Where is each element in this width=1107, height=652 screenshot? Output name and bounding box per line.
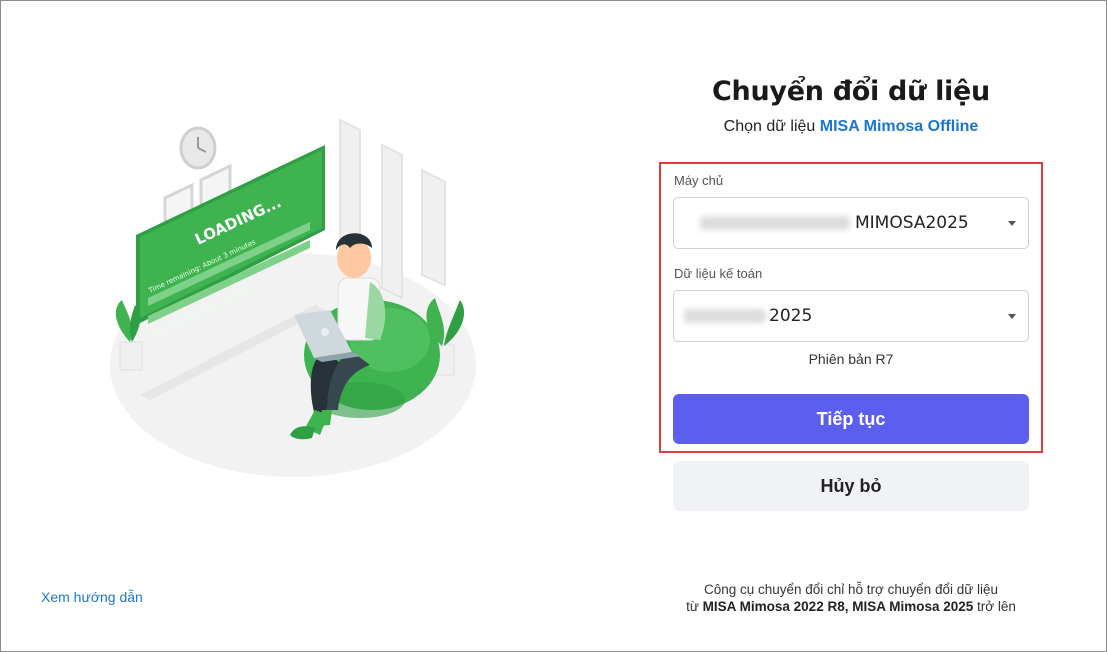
redacted-text [700, 216, 850, 230]
subtitle-product: MISA Mimosa Offline [819, 118, 979, 135]
footnote-prefix: từ [686, 599, 699, 614]
data-select-value: 2025 [769, 306, 813, 326]
caret-down-icon [1008, 314, 1016, 319]
server-select-value: MIMOSA2025 [855, 213, 969, 233]
cancel-button[interactable]: Hủy bỏ [673, 461, 1029, 511]
subtitle-prefix: Chọn dữ liệu [723, 118, 816, 135]
data-label: Dữ liệu kế toán [674, 266, 763, 281]
guide-link[interactable]: Xem hướng dẫn [41, 589, 143, 605]
version-text: Phiên bản R7 [808, 351, 894, 367]
footnote-versions: MISA Mimosa 2022 R8, MISA Mimosa 2025 [702, 599, 974, 614]
server-select[interactable]: MIMOSA2025 [673, 197, 1029, 249]
page-title: Chuyển đổi dữ liệu [712, 76, 990, 107]
redacted-text [684, 309, 766, 323]
footnote-line1: Công cụ chuyển đổi chỉ hỗ trợ chuyển đổi… [703, 582, 999, 597]
data-select[interactable]: 2025 [673, 290, 1029, 342]
footnote: Công cụ chuyển đổi chỉ hỗ trợ chuyển đổi… [640, 581, 1062, 615]
footnote-line2: từ MISA Mimosa 2022 R8, MISA Mimosa 2025… [640, 598, 1062, 615]
clock-icon [179, 126, 217, 170]
caret-down-icon [1008, 221, 1016, 226]
footnote-suffix: trở lên [977, 599, 1016, 614]
server-label: Máy chủ [674, 173, 724, 188]
page-subtitle: Chọn dữ liệu MISA Mimosa Offline [660, 118, 1042, 136]
loading-illustration: LOADING... Time remaining: About 3 minut… [110, 118, 476, 477]
continue-button[interactable]: Tiếp tục [673, 394, 1029, 444]
